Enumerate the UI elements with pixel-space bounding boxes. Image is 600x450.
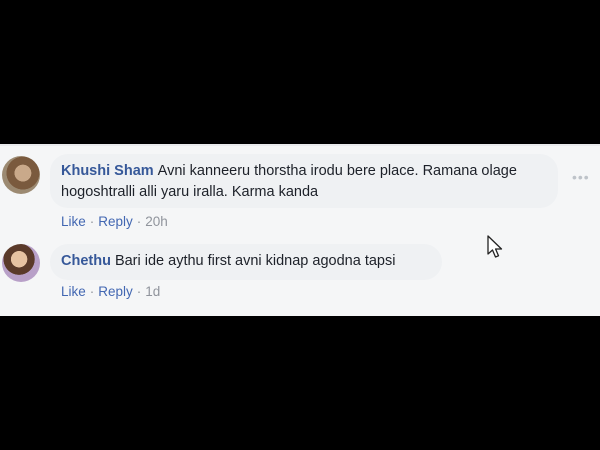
comment-bubble: Khushi Sham Avni kanneeru thorstha irodu … [50,154,558,208]
like-link[interactable]: Like [61,284,86,299]
more-options-icon[interactable]: ••• [572,170,589,184]
avatar[interactable] [2,244,40,282]
reply-link[interactable]: Reply [98,284,133,299]
comment-timestamp[interactable]: 20h [145,214,168,229]
like-link[interactable]: Like [61,214,86,229]
letterbox-top [0,0,600,144]
comment-actions: Like · Reply · 20h [61,214,168,229]
mouse-pointer-icon [487,235,503,258]
comment-author[interactable]: Chethu [61,253,111,269]
avatar[interactable] [2,156,40,194]
reply-link[interactable]: Reply [98,214,133,229]
separator: · [89,284,95,299]
letterbox-bottom [0,316,600,450]
comment-text: Bari ide aythu first avni kidnap agodna … [114,253,396,269]
separator: · [89,214,95,229]
comments-panel: Khushi Sham Avni kanneeru thorstha irodu … [0,144,600,316]
separator: · [136,284,142,299]
comment-timestamp[interactable]: 1d [145,284,160,299]
comment-actions: Like · Reply · 1d [61,284,160,299]
separator: · [136,214,142,229]
comment-author[interactable]: Khushi Sham [61,163,154,179]
comment-bubble: Chethu Bari ide aythu first avni kidnap a… [50,244,442,280]
